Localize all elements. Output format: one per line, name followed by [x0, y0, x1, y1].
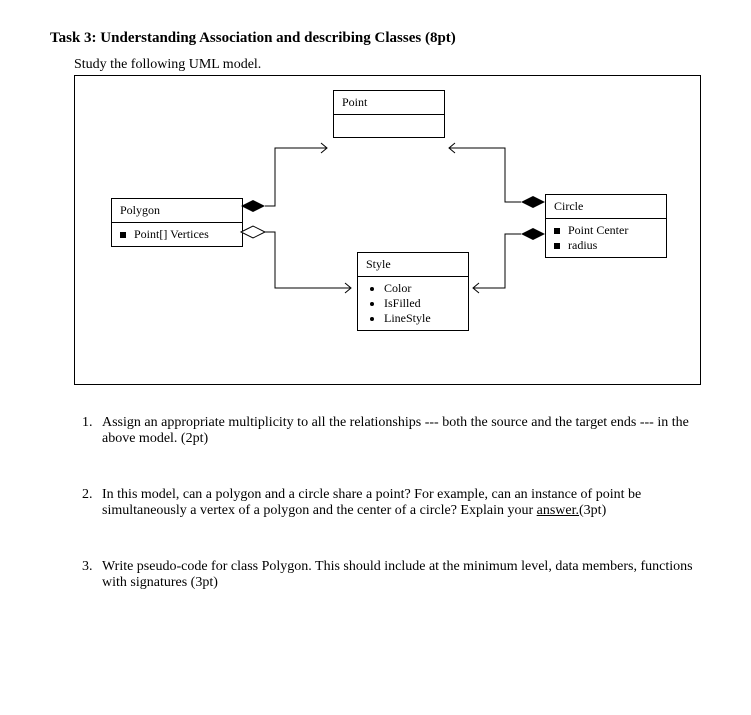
question-1: Assign an appropriate multiplicity to al… [96, 415, 701, 447]
question-2: In this model, can a polygon and a circl… [96, 487, 701, 519]
class-style-body: Color IsFilled LineStyle [358, 277, 468, 330]
diamond-circle-point [521, 196, 545, 208]
class-polygon-name: Polygon [112, 199, 242, 223]
polygon-attr1: Point[] Vertices [134, 227, 209, 242]
diamond-polygon-style [241, 226, 265, 238]
task-title: Task 3: Understanding Association and de… [50, 30, 701, 47]
arrow-polygon-point [321, 143, 327, 153]
study-line: Study the following UML model. [74, 57, 701, 73]
arrow-polygon-style [345, 283, 351, 293]
class-polygon-body: Point[] Vertices [112, 223, 242, 246]
line-circle-style [473, 234, 521, 288]
line-circle-point [449, 148, 521, 202]
q2-text-u: answer. [537, 503, 579, 518]
class-point: Point [333, 90, 445, 138]
style-attr3: LineStyle [384, 311, 460, 326]
line-polygon-style [265, 232, 351, 288]
circle-attr1: Point Center [568, 223, 628, 238]
arrow-circle-style [473, 283, 479, 293]
arrow-circle-point [449, 143, 455, 153]
uml-diagram: Point Polygon Point[] Vertices Circle Po… [74, 75, 701, 385]
diamond-polygon-point [241, 200, 265, 212]
style-attr2: IsFilled [384, 296, 460, 311]
class-circle-body: Point Center radius [546, 219, 666, 257]
class-style-name: Style [358, 253, 468, 277]
question-list: Assign an appropriate multiplicity to al… [74, 415, 701, 591]
class-point-body [334, 115, 444, 137]
class-circle: Circle Point Center radius [545, 194, 667, 258]
diamond-circle-style [521, 228, 545, 240]
q1-text: Assign an appropriate multiplicity to al… [102, 415, 689, 446]
class-point-name: Point [334, 91, 444, 115]
question-3: Write pseudo-code for class Polygon. Thi… [96, 559, 701, 591]
class-circle-name: Circle [546, 195, 666, 219]
line-polygon-point [265, 148, 327, 206]
class-polygon: Polygon Point[] Vertices [111, 198, 243, 247]
class-style: Style Color IsFilled LineStyle [357, 252, 469, 331]
circle-attr2: radius [568, 238, 597, 253]
style-attr1: Color [384, 281, 460, 296]
q2-text-b: (3pt) [579, 503, 606, 518]
q3-text: Write pseudo-code for class Polygon. Thi… [102, 559, 693, 590]
